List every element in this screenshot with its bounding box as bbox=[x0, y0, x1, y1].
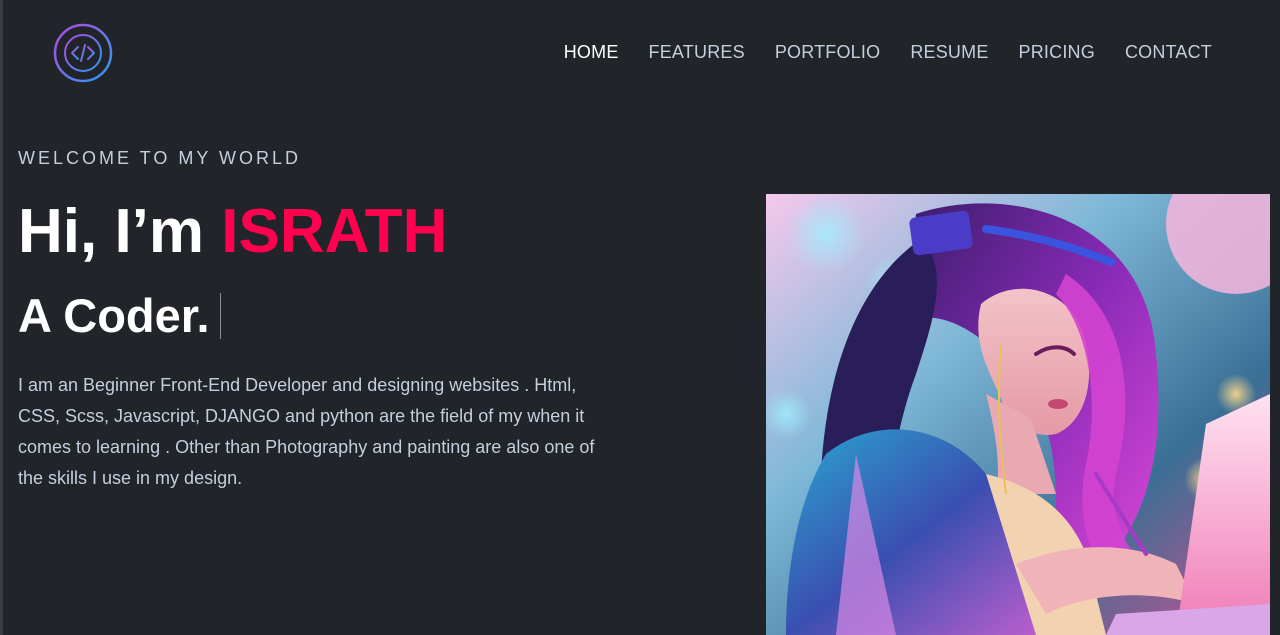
hero-portrait-image bbox=[766, 194, 1270, 635]
nav-portfolio[interactable]: PORTFOLIO bbox=[775, 42, 881, 63]
typing-cursor bbox=[219, 293, 221, 339]
main-nav: HOME FEATURES PORTFOLIO RESUME PRICING C… bbox=[564, 42, 1212, 63]
hero-bio: I am an Beginner Front-End Developer and… bbox=[18, 375, 595, 488]
nav-contact[interactable]: CONTACT bbox=[1125, 42, 1212, 63]
hero-headline: Hi, I’m ISRATH bbox=[18, 196, 447, 268]
welcome-text: WELCOME TO MY WORLD bbox=[18, 148, 302, 168]
hero-name: ISRATH bbox=[221, 197, 448, 266]
nav-features[interactable]: FEATURES bbox=[649, 42, 745, 63]
hero-role: A Coder. bbox=[18, 286, 221, 346]
greeting-text: Hi, I’m bbox=[18, 197, 222, 266]
nav-pricing[interactable]: PRICING bbox=[1019, 42, 1095, 63]
code-icon[interactable] bbox=[52, 22, 114, 84]
nav-home[interactable]: HOME bbox=[564, 42, 619, 63]
role-text: A Coder. bbox=[18, 289, 210, 342]
page: HOME FEATURES PORTFOLIO RESUME PRICING C… bbox=[0, 0, 1280, 635]
nav-resume[interactable]: RESUME bbox=[910, 42, 988, 63]
